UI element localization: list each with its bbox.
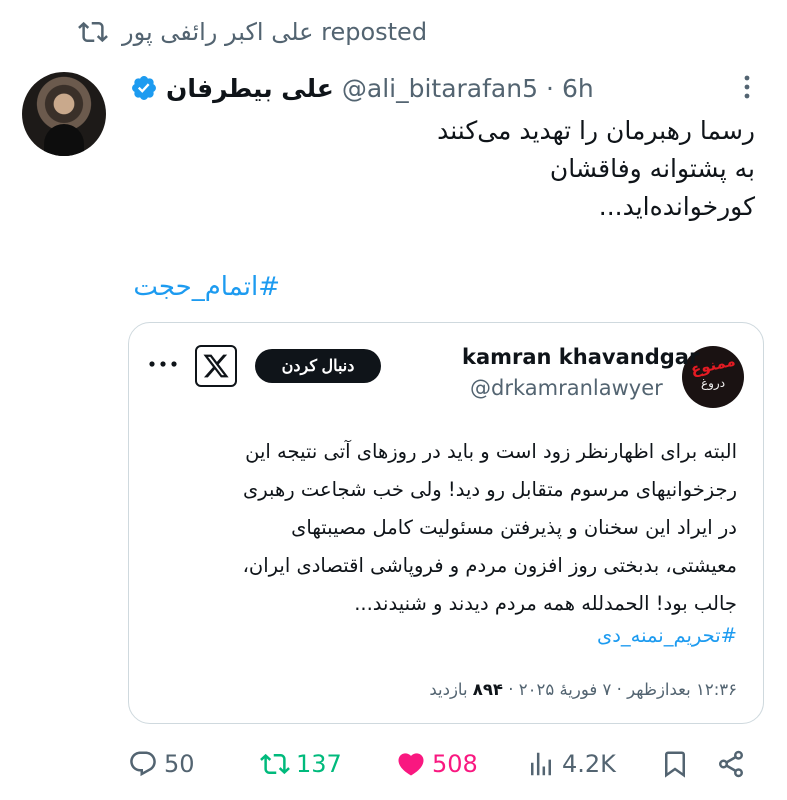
- quoted-hashtag[interactable]: #تحریم_نمنه_دی: [597, 624, 737, 647]
- quoted-line: جالب بود! الحمدلله همه مردم دیدند و شنید…: [354, 592, 737, 615]
- author-handle[interactable]: @ali_bitarafan5: [342, 74, 538, 103]
- repost-icon: [260, 753, 290, 775]
- heart-icon: [398, 753, 424, 776]
- repost-count: 137: [296, 750, 342, 778]
- post-time[interactable]: 6h: [562, 74, 594, 103]
- quoted-view-count: ۸۹۴: [472, 680, 503, 699]
- views-chart-icon: [531, 752, 551, 776]
- like-count: 508: [432, 750, 478, 778]
- quoted-author-name[interactable]: kamran khavandgar: [462, 345, 699, 369]
- reply-count: 50: [164, 750, 195, 778]
- repost-icon: [78, 17, 108, 47]
- quoted-view-label: بازدید: [429, 680, 473, 699]
- more-options-button[interactable]: [732, 72, 762, 102]
- quoted-line: معیشتی، بدبختی روز افزون مردم و فروپاشی …: [242, 554, 737, 577]
- author-name[interactable]: علی بیطرفان: [166, 74, 334, 103]
- quoted-line: رجزخوانیهای مرسوم متقابل رو دید! ولی خب …: [243, 478, 737, 501]
- quoted-timestamp: ۱۲:۳۶ بعدازظهر · ۷ فوریهٔ ۲۰۲۵ ·: [503, 680, 737, 699]
- quoted-post-text: البته برای اظهارنظر زود است و باید در رو…: [157, 433, 737, 623]
- bookmark-button[interactable]: [660, 744, 690, 784]
- more-icon: [744, 75, 750, 99]
- separator-dot: ·: [546, 73, 554, 103]
- bookmark-icon: [665, 751, 685, 778]
- quoted-post-meta: ۱۲:۳۶ بعدازظهر · ۷ فوریهٔ ۲۰۲۵ · ۸۹۴ باز…: [429, 680, 737, 699]
- post-line: کورخوانده‌اید...: [598, 192, 755, 221]
- quoted-line: در ایراد این سخنان و پذیرفتن مسئولیت کام…: [291, 516, 737, 539]
- post-text: رسما رهبرمان را تهدید می‌کنند به پشتوانه…: [135, 112, 755, 226]
- reply-icon: [130, 751, 156, 777]
- views-button[interactable]: 4.2K: [526, 744, 616, 784]
- repost-context[interactable]: علی اکبر رائفی پور reposted: [78, 14, 427, 50]
- reply-button[interactable]: 50: [128, 744, 195, 784]
- action-bar: 50 137 508 4.2K: [0, 744, 787, 784]
- like-button[interactable]: 508: [396, 744, 478, 784]
- share-icon: [719, 750, 743, 778]
- post-line: به پشتوانه وفاقشان: [549, 154, 755, 183]
- follow-button[interactable]: دنبال کردن: [255, 349, 381, 383]
- post-header: علی بیطرفان @ali_bitarafan5 · 6h: [130, 66, 594, 110]
- quoted-line: البته برای اظهارنظر زود است و باید در رو…: [245, 440, 737, 463]
- share-button[interactable]: [716, 744, 746, 784]
- quoted-more-button[interactable]: [146, 354, 180, 374]
- post-line: رسما رهبرمان را تهدید می‌کنند: [437, 116, 755, 145]
- x-logo-icon: [195, 345, 237, 387]
- quoted-author-handle[interactable]: @drkamranlawyer: [470, 376, 663, 400]
- repost-button[interactable]: 137: [260, 744, 342, 784]
- more-horizontal-icon: [149, 361, 177, 367]
- repost-label: علی اکبر رائفی پور reposted: [122, 18, 428, 46]
- avatar-logo-subtext: دروغ: [700, 376, 726, 390]
- author-avatar[interactable]: [22, 72, 106, 156]
- verified-badge-icon: [130, 74, 158, 102]
- view-count: 4.2K: [562, 750, 616, 778]
- post-hashtag[interactable]: #اتمام_حجت: [133, 272, 280, 302]
